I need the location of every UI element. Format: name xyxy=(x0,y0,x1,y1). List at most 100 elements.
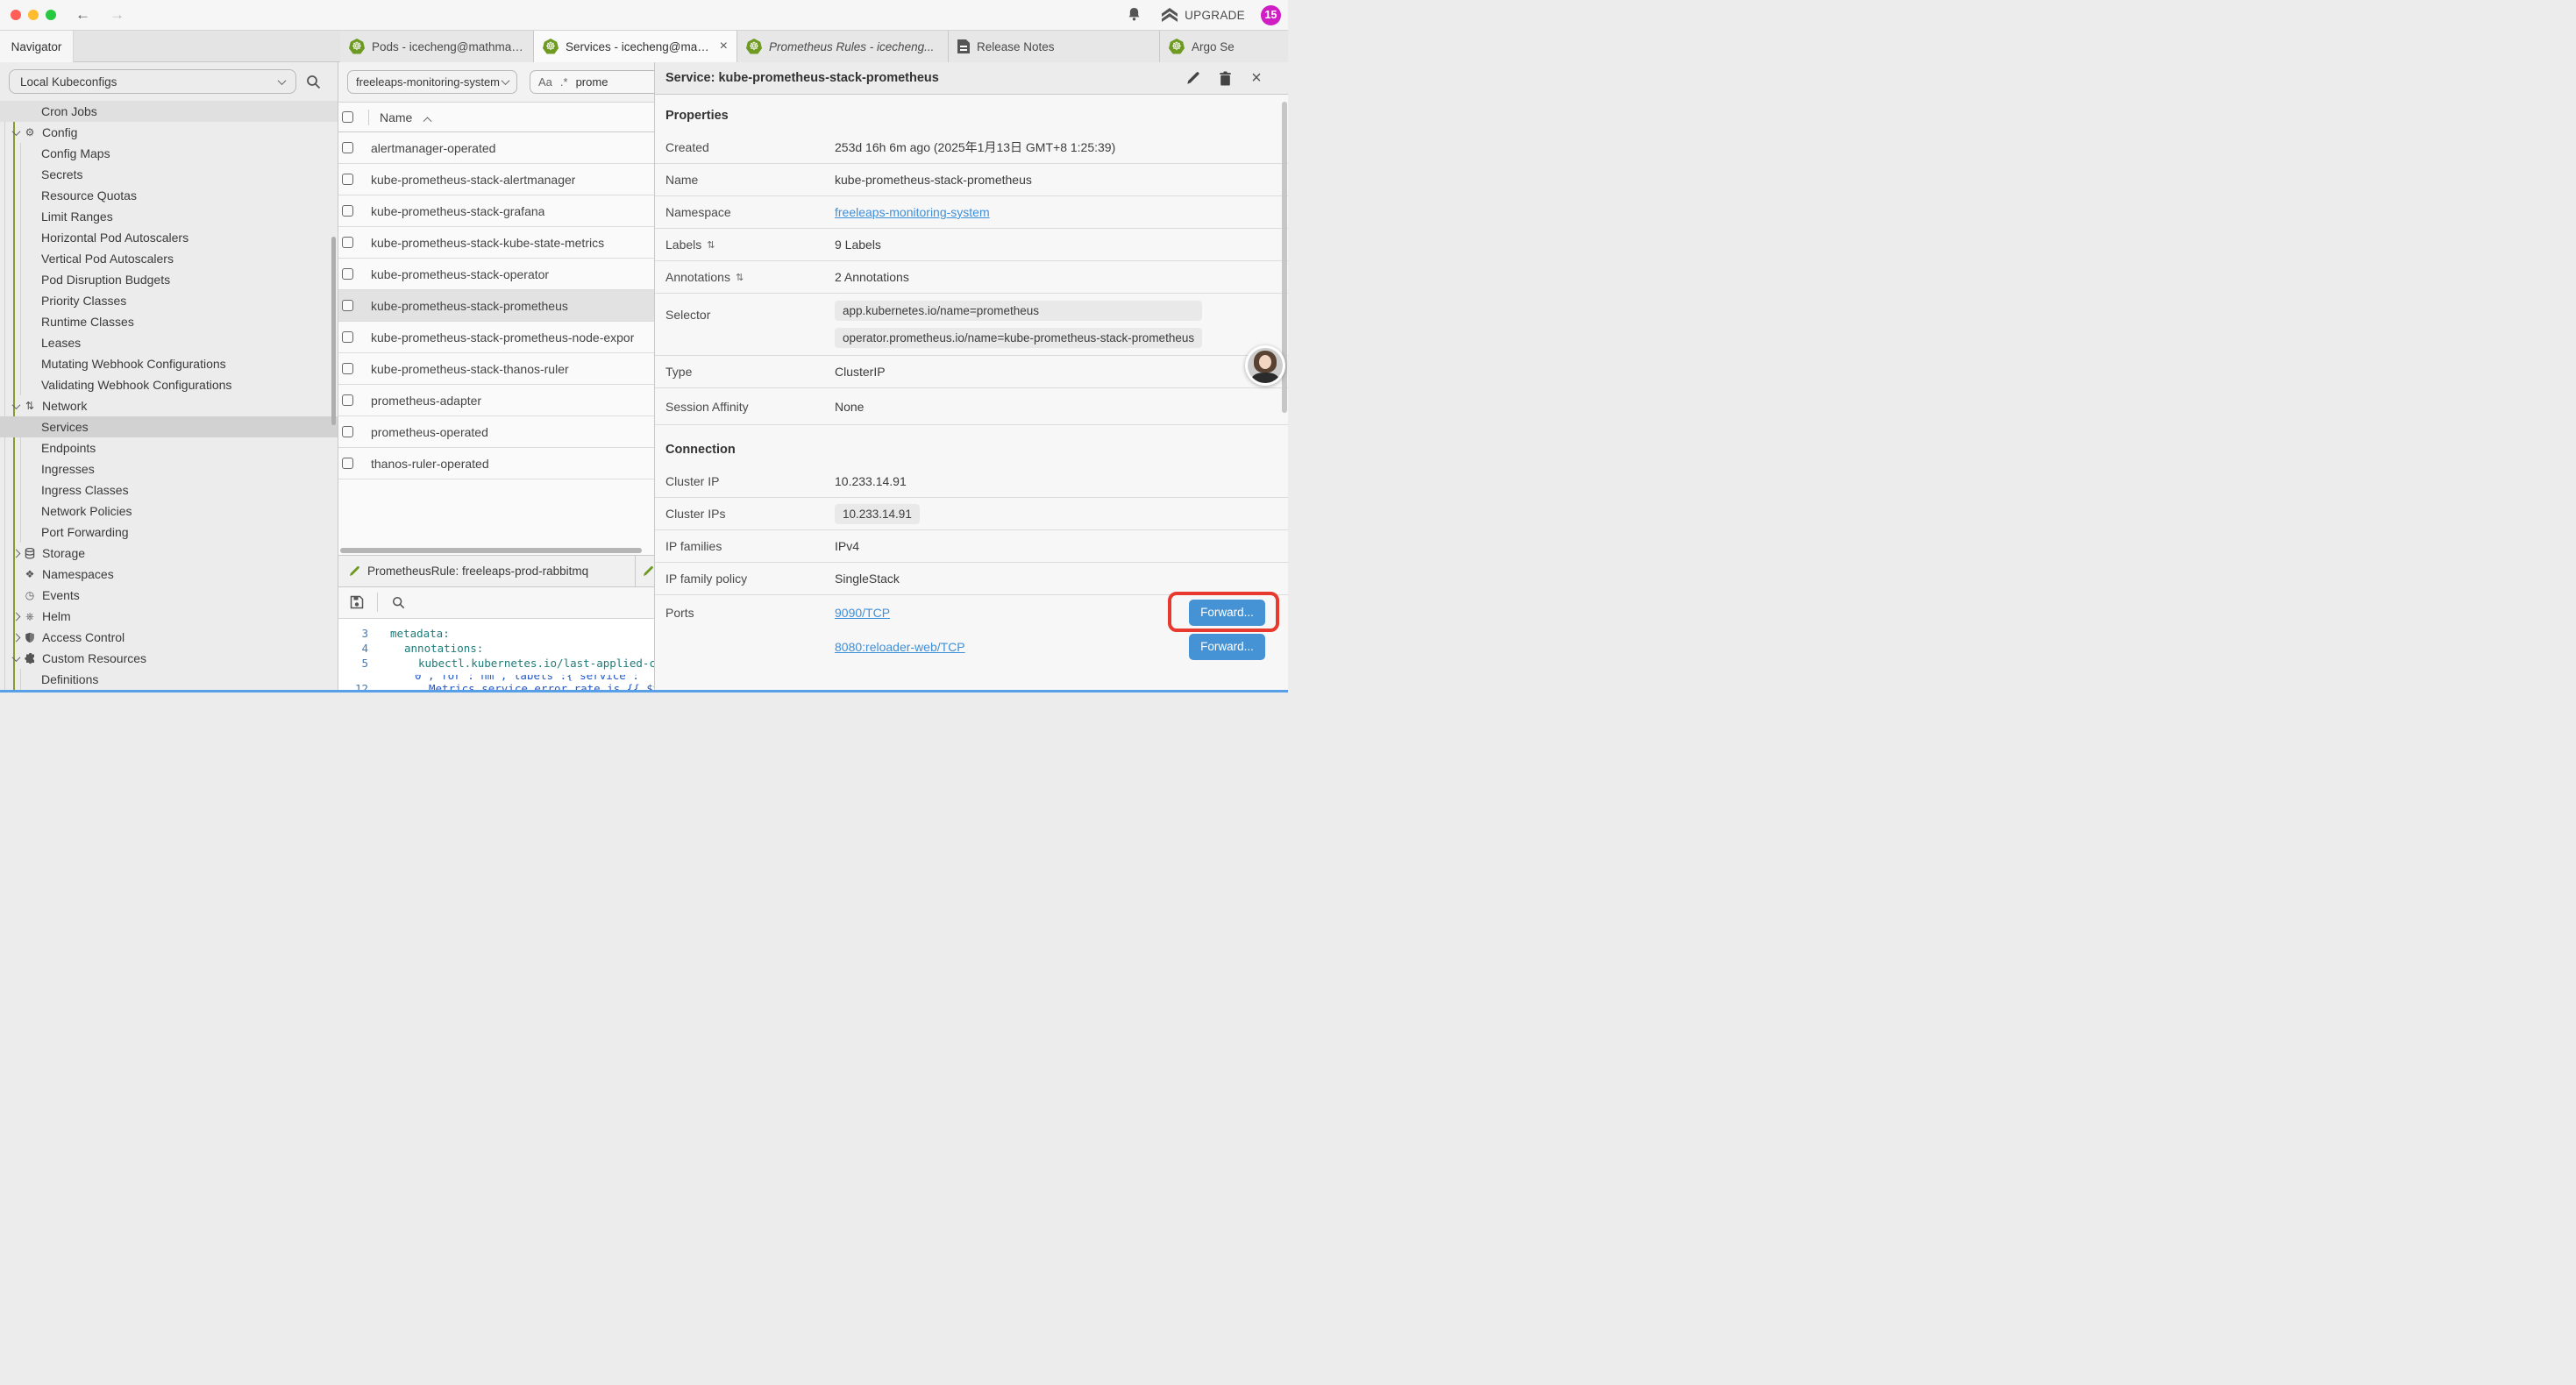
table-row[interactable]: kube-prometheus-stack-operator xyxy=(338,259,654,290)
sidebar-item-port-forwarding[interactable]: Port Forwarding xyxy=(0,522,338,543)
row-checkbox[interactable] xyxy=(342,331,353,343)
upgrade-label: UPGRADE xyxy=(1185,9,1245,22)
row-checkbox[interactable] xyxy=(342,394,353,406)
tab-label: Services - icecheng@math... xyxy=(566,40,711,53)
sidebar-item-resource-quotas[interactable]: Resource Quotas xyxy=(0,185,338,206)
tab-argo[interactable]: ☸ Argo Se xyxy=(1160,31,1288,62)
window-minimize-button[interactable] xyxy=(28,10,39,20)
sidebar-item-ingress-classes[interactable]: Ingress Classes xyxy=(0,479,338,501)
notification-count-badge[interactable]: 15 xyxy=(1261,5,1281,25)
navigator-panel-tab[interactable]: Navigator xyxy=(0,31,74,62)
property-value[interactable]: 2 Annotations xyxy=(835,270,909,284)
tab-release-notes[interactable]: Release Notes xyxy=(949,31,1160,62)
table-row[interactable]: kube-prometheus-stack-grafana xyxy=(338,195,654,227)
services-search-input[interactable]: Aa .* prome xyxy=(530,70,654,94)
sidebar-item-storage[interactable]: Storage xyxy=(0,543,338,564)
forward-button-9090[interactable]: Forward... xyxy=(1189,600,1265,626)
table-row[interactable]: kube-prometheus-stack-kube-state-metrics xyxy=(338,227,654,259)
row-checkbox[interactable] xyxy=(342,174,353,185)
table-row[interactable]: kube-prometheus-stack-prometheus-node-ex… xyxy=(338,322,654,353)
save-icon[interactable] xyxy=(345,591,368,614)
layers-icon: ❖ xyxy=(23,568,37,580)
property-value[interactable]: 9 Labels xyxy=(835,238,881,252)
editor-search-icon[interactable] xyxy=(387,591,409,614)
horizontal-scrollbar-thumb[interactable] xyxy=(340,548,642,553)
table-row-selected[interactable]: kube-prometheus-stack-prometheus xyxy=(338,290,654,322)
upgrade-button[interactable]: UPGRADE xyxy=(1161,8,1245,23)
service-name: kube-prometheus-stack-grafana xyxy=(371,204,544,218)
sidebar-item-endpoints[interactable]: Endpoints xyxy=(0,437,338,458)
sidebar-item-ingresses[interactable]: Ingresses xyxy=(0,458,338,479)
expand-sort-icon[interactable]: ⇅ xyxy=(707,239,715,251)
row-checkbox[interactable] xyxy=(342,363,353,374)
tab-pods[interactable]: ☸ Pods - icecheng@mathmas... xyxy=(340,31,534,62)
sidebar-item-services[interactable]: Services xyxy=(0,416,338,437)
property-row-cluster-ip: Cluster IP 10.233.14.91 xyxy=(655,465,1288,498)
editor-tab-prometheusrule[interactable]: PrometheusRule: freeleaps-prod-rabbitmq xyxy=(338,556,636,586)
namespace-select[interactable]: freeleaps-monitoring-system xyxy=(347,70,517,94)
sidebar-item-leases[interactable]: Leases xyxy=(0,332,338,353)
sidebar-item-label: Limit Ranges xyxy=(41,210,113,224)
editor-tab-partial[interactable] xyxy=(636,556,654,586)
row-checkbox[interactable] xyxy=(342,426,353,437)
match-case-toggle[interactable]: Aa xyxy=(538,75,552,89)
sidebar-item-config-maps[interactable]: Config Maps xyxy=(0,143,338,164)
row-checkbox[interactable] xyxy=(342,268,353,280)
row-checkbox[interactable] xyxy=(342,142,353,153)
sidebar-item-limit-ranges[interactable]: Limit Ranges xyxy=(0,206,338,227)
window-zoom-button[interactable] xyxy=(46,10,56,20)
sidebar-item-custom-resources[interactable]: Custom Resources xyxy=(0,648,338,669)
kubeconfig-select[interactable]: Local Kubeconfigs xyxy=(9,69,296,94)
history-back-button[interactable]: ← xyxy=(75,6,90,24)
sidebar-item-events[interactable]: ◷ Events xyxy=(0,585,338,606)
notifications-bell-icon[interactable] xyxy=(1122,4,1145,26)
row-checkbox[interactable] xyxy=(342,237,353,248)
namespace-link[interactable]: freeleaps-monitoring-system xyxy=(835,205,990,219)
window-close-button[interactable] xyxy=(11,10,21,20)
row-checkbox[interactable] xyxy=(342,300,353,311)
close-icon[interactable]: × xyxy=(1248,67,1265,89)
tab-prometheus-rules[interactable]: ☸ Prometheus Rules - icecheng... xyxy=(737,31,949,62)
port-link-9090[interactable]: 9090/TCP xyxy=(835,606,890,620)
sidebar-scrollbar-thumb[interactable] xyxy=(331,237,336,425)
sidebar-item-pod-disruption-budgets[interactable]: Pod Disruption Budgets xyxy=(0,269,338,290)
row-checkbox[interactable] xyxy=(342,205,353,217)
sidebar-item-network[interactable]: ⇅ Network xyxy=(0,395,338,416)
table-row[interactable]: prometheus-adapter xyxy=(338,385,654,416)
sidebar-item-horizontal-pod-autoscalers[interactable]: Horizontal Pod Autoscalers xyxy=(0,227,338,248)
sidebar-item-cron-jobs[interactable]: Cron Jobs xyxy=(0,101,338,122)
history-forward-button[interactable]: → xyxy=(110,6,125,24)
table-row[interactable]: alertmanager-operated xyxy=(338,132,654,164)
tab-services[interactable]: ☸ Services - icecheng@math... × xyxy=(534,31,737,62)
sidebar-item-access-control[interactable]: Access Control xyxy=(0,627,338,648)
sidebar-item-namespaces[interactable]: ❖ Namespaces xyxy=(0,564,338,585)
sidebar-item-secrets[interactable]: Secrets xyxy=(0,164,338,185)
table-row[interactable]: kube-prometheus-stack-alertmanager xyxy=(338,164,654,195)
delete-trash-icon[interactable] xyxy=(1216,67,1234,89)
sidebar-item-helm[interactable]: ⎈ Helm xyxy=(0,606,338,627)
yaml-editor[interactable]: 3metadata: 4annotations: 5kubectl.kubern… xyxy=(338,619,654,692)
sidebar-item-mutating-webhook-configurations[interactable]: Mutating Webhook Configurations xyxy=(0,353,338,374)
sidebar-item-priority-classes[interactable]: Priority Classes xyxy=(0,290,338,311)
tab-close-icon[interactable]: × xyxy=(720,39,728,54)
sidebar-item-validating-webhook-configurations[interactable]: Validating Webhook Configurations xyxy=(0,374,338,395)
sidebar-item-config[interactable]: ⚙ Config xyxy=(0,122,338,143)
select-all-checkbox[interactable] xyxy=(342,111,353,123)
regex-toggle[interactable]: .* xyxy=(560,75,568,89)
forward-button-8080[interactable]: Forward... xyxy=(1189,634,1265,660)
table-row[interactable]: thanos-ruler-operated xyxy=(338,448,654,479)
expand-sort-icon[interactable]: ⇅ xyxy=(736,272,744,283)
sidebar-item-network-policies[interactable]: Network Policies xyxy=(0,501,338,522)
name-column-header[interactable]: Name xyxy=(380,110,412,124)
port-link-8080-reloader-web[interactable]: 8080:reloader-web/TCP xyxy=(835,640,965,654)
sidebar-item-vertical-pod-autoscalers[interactable]: Vertical Pod Autoscalers xyxy=(0,248,338,269)
edit-pencil-icon[interactable] xyxy=(1185,67,1202,89)
table-row[interactable]: prometheus-operated xyxy=(338,416,654,448)
sidebar-item-definitions[interactable]: Definitions xyxy=(0,669,338,690)
user-avatar[interactable] xyxy=(1245,345,1285,386)
row-checkbox[interactable] xyxy=(342,458,353,469)
horizontal-scrollbar[interactable] xyxy=(338,546,654,555)
sidebar-search-icon[interactable] xyxy=(302,70,324,93)
sidebar-item-runtime-classes[interactable]: Runtime Classes xyxy=(0,311,338,332)
table-row[interactable]: kube-prometheus-stack-thanos-ruler xyxy=(338,353,654,385)
